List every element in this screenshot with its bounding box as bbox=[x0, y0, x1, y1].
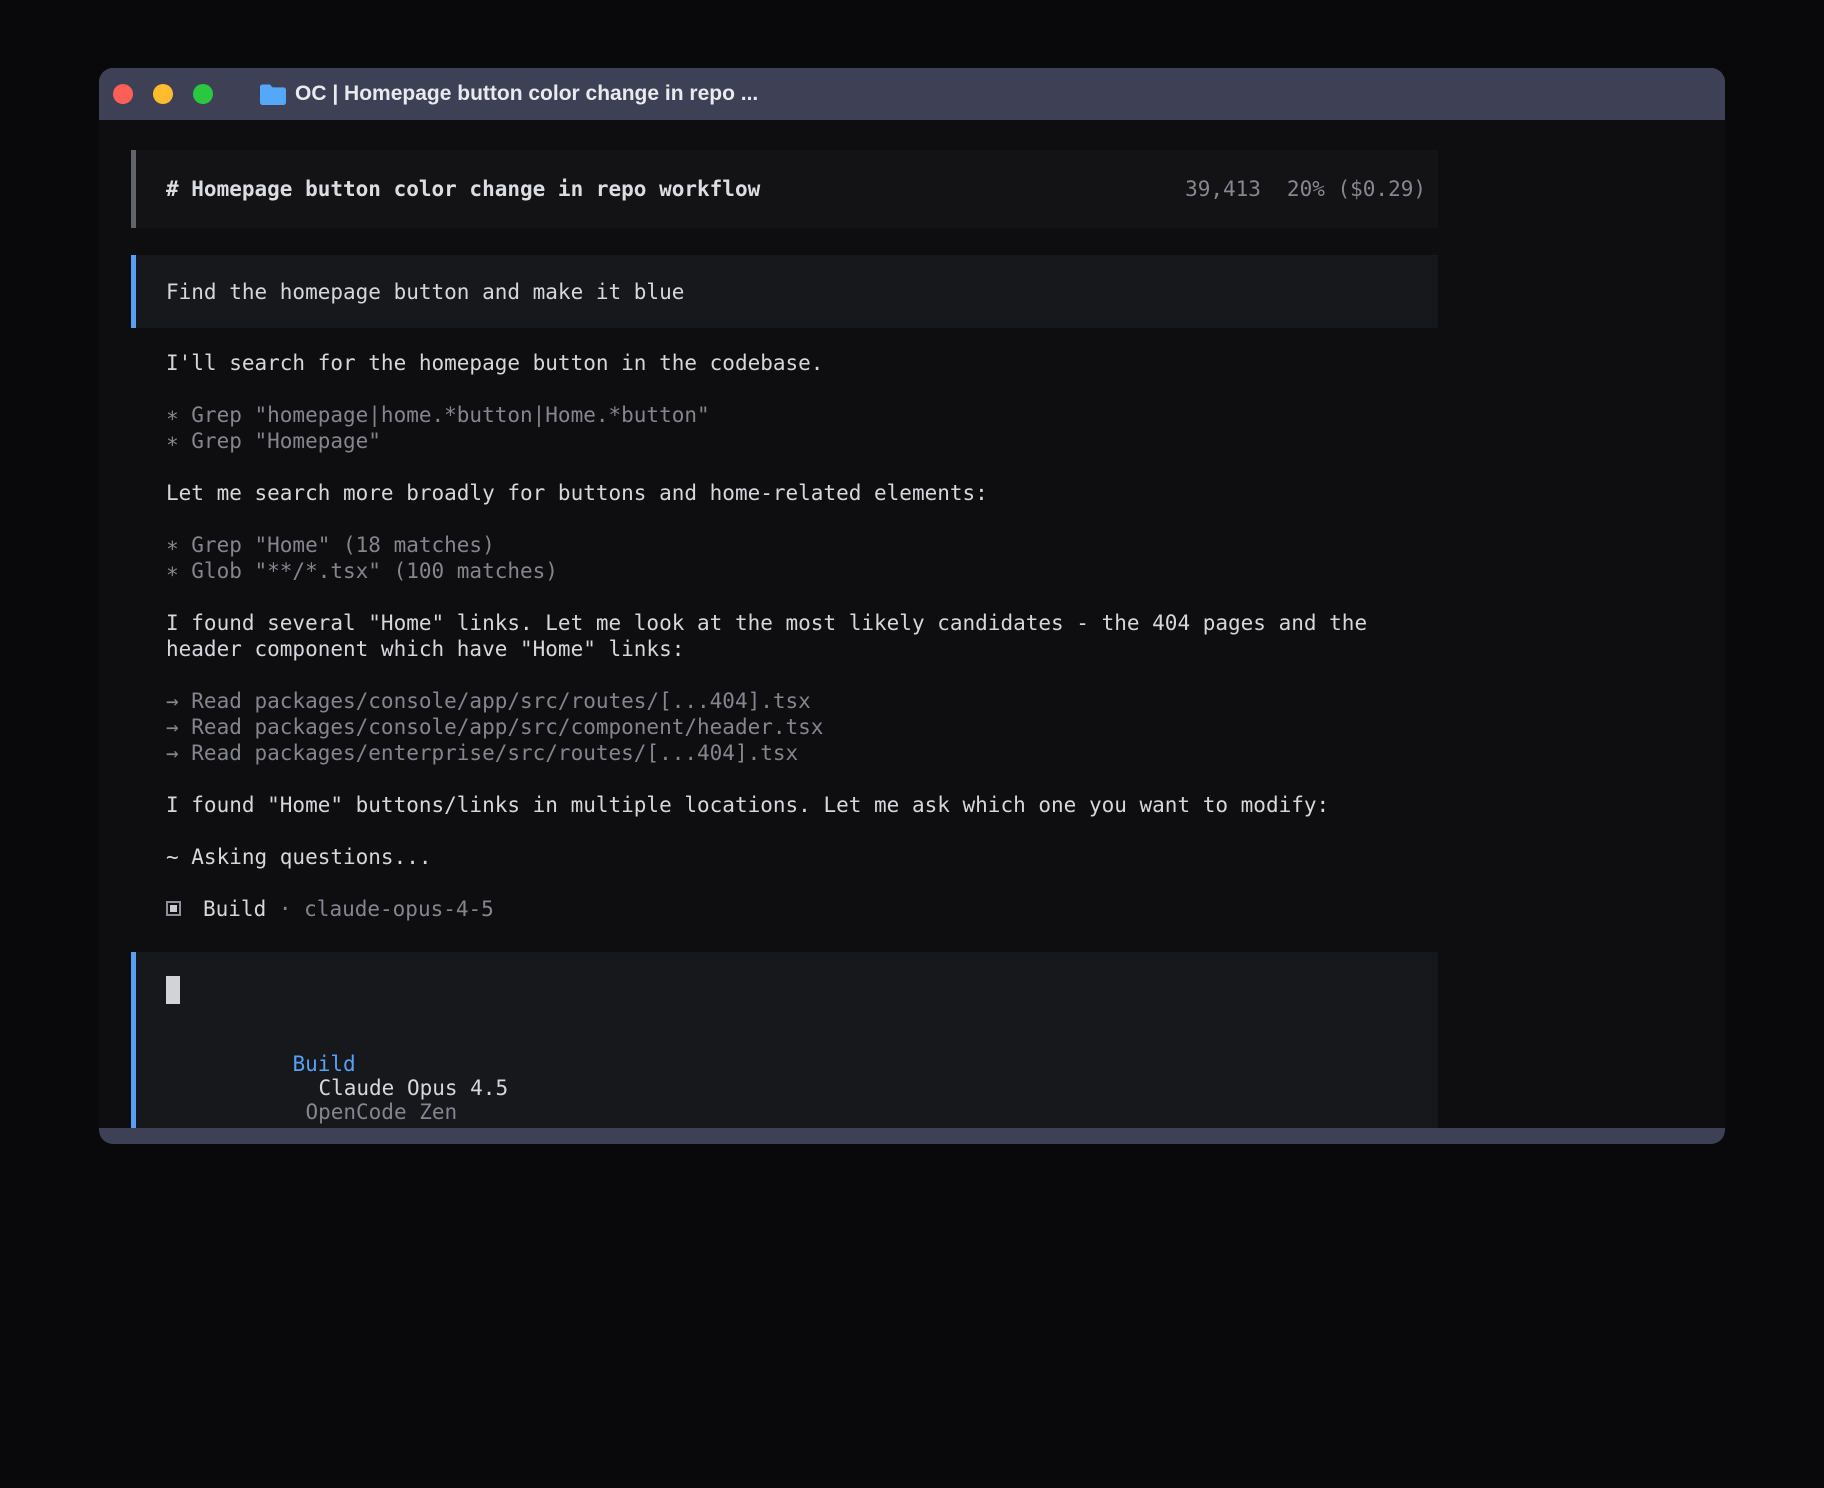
title-bar: OC | Homepage button color change in rep… bbox=[99, 68, 1725, 120]
agent-name: Build bbox=[203, 897, 266, 921]
session-header: # Homepage button color change in repo w… bbox=[131, 150, 1438, 228]
transcript-block: ∗ Grep "homepage|home.*button|Home.*butt… bbox=[166, 402, 1438, 454]
minimize-button[interactable] bbox=[153, 84, 173, 104]
transcript-block: I found several "Home" links. Let me loo… bbox=[166, 610, 1438, 662]
close-button[interactable] bbox=[113, 84, 133, 104]
agent-mode-label: Build bbox=[292, 1052, 355, 1076]
prompt-input[interactable]: Build Claude Opus 4.5 OpenCode Zen bbox=[131, 952, 1438, 1128]
window-title: OC | Homepage button color change in rep… bbox=[295, 82, 758, 106]
assistant-text-line: header component which have "Home" links… bbox=[166, 636, 1438, 662]
assistant-text-line: I found several "Home" links. Let me loo… bbox=[166, 610, 1438, 636]
assistant-text-line: ~ Asking questions... bbox=[166, 844, 1438, 870]
tool-call-line: ∗ Grep "Homepage" bbox=[166, 428, 1438, 454]
transcript-block: Let me search more broadly for buttons a… bbox=[166, 480, 1438, 506]
transcript: I'll search for the homepage button in t… bbox=[131, 350, 1438, 922]
assistant-text-line: I found "Home" buttons/links in multiple… bbox=[166, 792, 1438, 818]
session-title: # Homepage button color change in repo w… bbox=[166, 177, 760, 201]
text-cursor bbox=[166, 976, 180, 1004]
transcript-block: → Read packages/console/app/src/routes/[… bbox=[166, 688, 1438, 766]
desktop: { "window": { "title": "OC | Homepage bu… bbox=[0, 0, 1824, 1488]
transcript-block: ~ Asking questions... bbox=[166, 844, 1438, 870]
transcript-block: Build · claude-opus-4-5 bbox=[166, 896, 1438, 922]
tool-call-line: → Read packages/console/app/src/componen… bbox=[166, 714, 1438, 740]
user-message: Find the homepage button and make it blu… bbox=[131, 255, 1438, 328]
transcript-block: ∗ Grep "Home" (18 matches)∗ Glob "**/*.t… bbox=[166, 532, 1438, 584]
model-line: Build Claude Opus 4.5 OpenCode Zen bbox=[166, 1028, 1438, 1128]
context-usage: 20% ($0.29) bbox=[1287, 177, 1426, 201]
provider-name: OpenCode Zen bbox=[305, 1100, 457, 1124]
assistant-text-line: I'll search for the homepage button in t… bbox=[166, 350, 1438, 376]
app-window: OC | Homepage button color change in rep… bbox=[99, 68, 1725, 1144]
user-message-text: Find the homepage button and make it blu… bbox=[166, 280, 684, 304]
separator: · bbox=[266, 897, 304, 921]
zoom-button[interactable] bbox=[193, 84, 213, 104]
terminal-body: # Homepage button color change in repo w… bbox=[99, 120, 1725, 1128]
tool-call-line: ∗ Glob "**/*.tsx" (100 matches) bbox=[166, 558, 1438, 584]
tool-call-line: → Read packages/console/app/src/routes/[… bbox=[166, 688, 1438, 714]
assistant-text-line: Let me search more broadly for buttons a… bbox=[166, 480, 1438, 506]
folder-icon bbox=[260, 84, 286, 105]
tool-call-line: ∗ Grep "homepage|home.*button|Home.*butt… bbox=[166, 402, 1438, 428]
tool-call-line: → Read packages/enterprise/src/routes/[.… bbox=[166, 740, 1438, 766]
tool-call-line: ∗ Grep "Home" (18 matches) bbox=[166, 532, 1438, 558]
model-name: Claude Opus 4.5 bbox=[318, 1076, 508, 1100]
session-stats: 39,413 20% ($0.29) bbox=[1185, 177, 1426, 201]
agent-model-name: claude-opus-4-5 bbox=[304, 897, 494, 921]
transcript-block: I'll search for the homepage button in t… bbox=[166, 350, 1438, 376]
transcript-block: I found "Home" buttons/links in multiple… bbox=[166, 792, 1438, 818]
content-column: # Homepage button color change in repo w… bbox=[131, 150, 1438, 1128]
token-count: 39,413 bbox=[1185, 177, 1261, 201]
agent-status-icon bbox=[166, 901, 181, 916]
